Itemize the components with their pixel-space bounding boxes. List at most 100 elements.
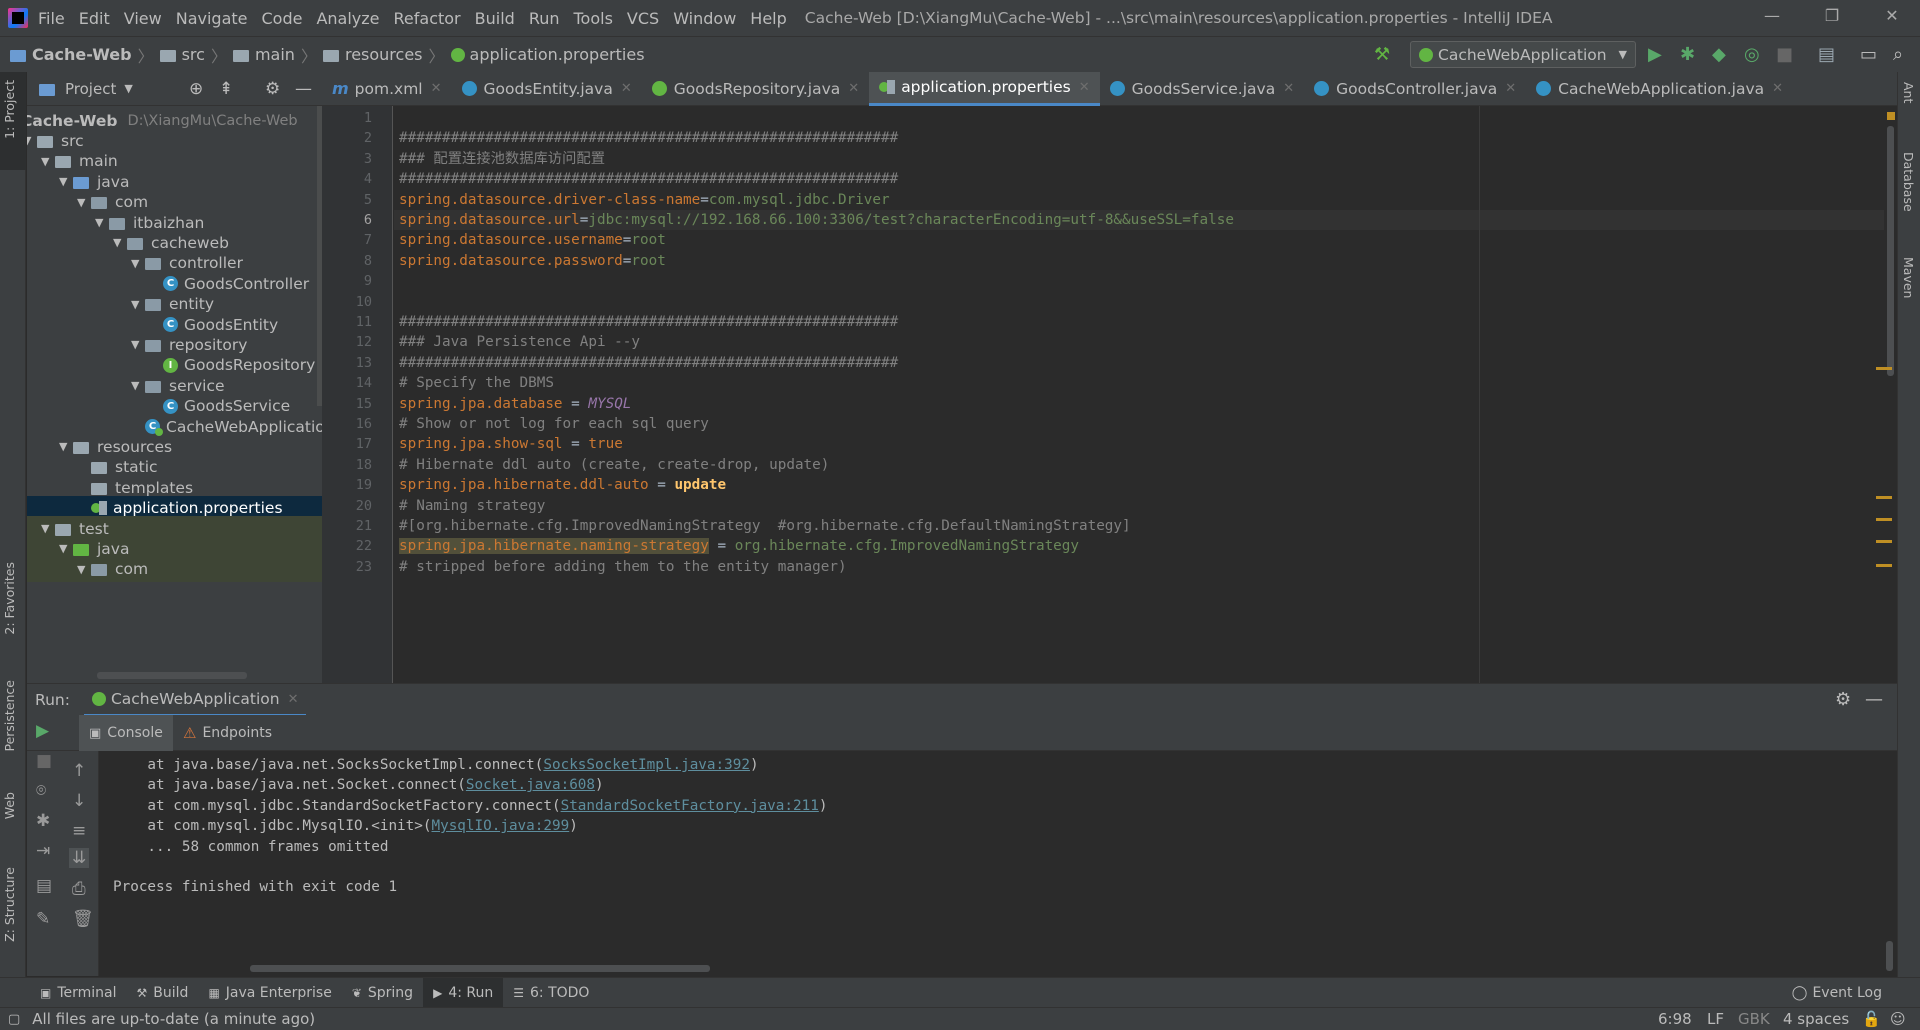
inspector-icon[interactable]: ☺ bbox=[1890, 1010, 1906, 1028]
search-everywhere-icon[interactable]: ⌕ bbox=[1893, 44, 1903, 65]
console-output[interactable]: at java.base/java.net.SocksSocketImpl.co… bbox=[100, 751, 1882, 976]
toggle-tool-windows-icon[interactable]: ▢ bbox=[8, 1012, 20, 1027]
debug-bug-icon[interactable]: ✱ bbox=[36, 811, 50, 831]
editor-tab[interactable]: CacheWebApplication.java ✕ bbox=[1526, 72, 1793, 106]
gear-icon[interactable]: ⚙ bbox=[265, 79, 280, 99]
pin-icon[interactable]: ✎ bbox=[36, 909, 50, 929]
restore-layout-icon[interactable]: ⇥ bbox=[36, 841, 50, 861]
code-line[interactable]: ### Java Persistence Api --y bbox=[399, 332, 640, 352]
run-with-coverage-icon[interactable]: ◆ bbox=[1712, 44, 1726, 65]
close-tab-icon[interactable]: ✕ bbox=[848, 81, 859, 96]
stop-icon[interactable]: ■ bbox=[36, 751, 52, 771]
favorites-tool-tab[interactable]: 2: Favorites bbox=[2, 562, 17, 635]
scroll-to-end-icon[interactable]: ⇊ bbox=[69, 848, 90, 868]
console-vscroll[interactable] bbox=[1882, 751, 1897, 976]
file-encoding[interactable]: GBK bbox=[1738, 1010, 1770, 1028]
lock-icon[interactable]: 🔓 bbox=[1862, 1010, 1881, 1028]
expand-arrow-icon[interactable]: ▼ bbox=[27, 134, 37, 147]
close-tab-icon[interactable]: ✕ bbox=[1505, 81, 1516, 96]
console-tab[interactable]: ▣ Console bbox=[79, 715, 173, 751]
run-configuration-select[interactable]: CacheWebApplication ▼ bbox=[1410, 41, 1636, 68]
camera-icon[interactable]: ⌾ bbox=[36, 781, 46, 801]
endpoints-tab[interactable]: ⚠ Endpoints bbox=[175, 715, 280, 751]
menu-edit[interactable]: Edit bbox=[79, 9, 110, 28]
close-tab-icon[interactable]: ✕ bbox=[1283, 81, 1294, 96]
restore-button[interactable]: ❐ bbox=[1812, 6, 1852, 25]
expand-arrow-icon[interactable]: ▼ bbox=[59, 440, 73, 453]
expand-arrow-icon[interactable]: ▼ bbox=[59, 175, 73, 188]
scroll-down-icon[interactable]: ↓ bbox=[72, 791, 86, 811]
menu-window[interactable]: Window bbox=[673, 9, 736, 28]
tool-tab[interactable]: ▶ 4: Run bbox=[423, 977, 504, 1008]
code-line[interactable]: spring.datasource.driver-class-name=com.… bbox=[399, 190, 890, 210]
editor-tab[interactable]: GoodsEntity.java ✕ bbox=[452, 72, 642, 106]
structure-tool-tab[interactable]: Z: Structure bbox=[2, 867, 17, 942]
code-editor[interactable]: ########################################… bbox=[394, 106, 1884, 683]
code-line[interactable]: # stripped before adding them to the ent… bbox=[399, 557, 847, 577]
editor-scrollbar[interactable] bbox=[1884, 106, 1897, 683]
database-tool-tab[interactable]: Database bbox=[1901, 152, 1916, 212]
stack-trace-link[interactable]: StandardSocketFactory.java:211 bbox=[561, 798, 819, 814]
persistence-tool-tab[interactable]: Persistence bbox=[2, 680, 17, 752]
menu-help[interactable]: Help bbox=[750, 9, 786, 28]
expand-arrow-icon[interactable]: ▼ bbox=[131, 257, 145, 270]
menu-file[interactable]: File bbox=[38, 9, 65, 28]
profile-icon[interactable]: ◎ bbox=[1744, 44, 1760, 65]
ant-tool-tab[interactable]: Ant bbox=[1901, 82, 1916, 103]
debug-icon[interactable]: ✱ bbox=[1680, 44, 1695, 65]
close-window-button[interactable]: ✕ bbox=[1872, 6, 1912, 25]
rerun-icon[interactable]: ▶ bbox=[36, 721, 49, 741]
breadcrumb-item[interactable]: resources 〉 bbox=[322, 43, 451, 67]
tool-tab[interactable]: ⚒ Build bbox=[127, 978, 199, 1008]
breadcrumb-item[interactable]: main 〉 bbox=[232, 43, 323, 67]
expand-arrow-icon[interactable]: ▼ bbox=[77, 196, 91, 209]
code-line[interactable]: spring.jpa.database = MYSQL bbox=[399, 394, 631, 414]
build-hammer-icon[interactable]: ⚒ bbox=[1374, 44, 1390, 65]
code-line[interactable]: spring.jpa.show-sql = true bbox=[399, 434, 623, 454]
menu-refactor[interactable]: Refactor bbox=[394, 9, 461, 28]
stack-trace-link[interactable]: Socket.java:608 bbox=[466, 777, 595, 793]
warning-stripe[interactable] bbox=[1876, 540, 1892, 543]
event-log-button[interactable]: ◯ Event Log bbox=[1792, 985, 1882, 1001]
code-line[interactable]: #[org.hibernate.cfg.ImprovedNamingStrate… bbox=[399, 516, 1131, 536]
line-separator[interactable]: LF bbox=[1707, 1010, 1724, 1028]
warning-stripe[interactable] bbox=[1876, 564, 1892, 567]
close-tab-icon[interactable]: ✕ bbox=[1079, 80, 1090, 95]
expand-arrow-icon[interactable]: ▼ bbox=[113, 236, 127, 249]
code-line[interactable]: # Specify the DBMS bbox=[399, 373, 554, 393]
editor-tab[interactable]: m pom.xml ✕ bbox=[322, 72, 452, 106]
code-line[interactable]: spring.jpa.hibernate.ddl-auto = update bbox=[399, 475, 726, 495]
editor-tab[interactable]: application.properties ✕ bbox=[869, 71, 1100, 106]
menu-navigate[interactable]: Navigate bbox=[176, 9, 248, 28]
hide-panel-icon[interactable]: — bbox=[1865, 689, 1883, 710]
trash-icon[interactable]: 🗑 bbox=[72, 909, 94, 929]
code-line[interactable]: spring.jpa.hibernate.naming-strategy = o… bbox=[399, 536, 1079, 556]
expand-arrow-icon[interactable]: ▼ bbox=[41, 522, 55, 535]
tool-tab[interactable]: ☰ 6: TODO bbox=[503, 978, 599, 1008]
code-line[interactable]: spring.datasource.url=jdbc:mysql://192.1… bbox=[399, 210, 1234, 230]
warning-stripe[interactable] bbox=[1876, 518, 1892, 521]
menu-tools[interactable]: Tools bbox=[574, 9, 613, 28]
caret-position[interactable]: 6:98 bbox=[1658, 1010, 1692, 1028]
tool-tab[interactable]: ▦ Java Enterprise bbox=[198, 978, 341, 1008]
breadcrumb-item[interactable]: Cache-Web 〉 bbox=[10, 43, 160, 67]
stack-trace-link[interactable]: SocksSocketImpl.java:392 bbox=[543, 757, 750, 773]
code-line[interactable]: # Naming strategy bbox=[399, 496, 545, 516]
console-line[interactable]: at java.base/java.net.SocksSocketImpl.co… bbox=[113, 755, 758, 775]
close-tab-icon[interactable]: ✕ bbox=[621, 81, 632, 96]
web-tool-tab[interactable]: Web bbox=[2, 792, 17, 819]
close-tab-icon[interactable]: ✕ bbox=[288, 692, 299, 707]
print-icon[interactable]: ⎙ bbox=[72, 879, 86, 899]
layout-icon[interactable]: ▤ bbox=[36, 876, 52, 896]
stack-trace-link[interactable]: MysqlIO.java:299 bbox=[431, 818, 569, 834]
breadcrumb-item[interactable]: application.properties bbox=[450, 45, 645, 64]
scroll-up-icon[interactable]: ↑ bbox=[72, 761, 86, 781]
code-line[interactable]: spring.datasource.username=root bbox=[399, 230, 666, 250]
presentation-icon[interactable]: ▭ bbox=[1860, 44, 1877, 65]
expand-arrow-icon[interactable]: ▼ bbox=[41, 155, 55, 168]
console-line[interactable]: at com.mysql.jdbc.StandardSocketFactory.… bbox=[113, 796, 827, 816]
expand-arrow-icon[interactable]: ▼ bbox=[131, 379, 145, 392]
code-line[interactable]: ########################################… bbox=[399, 312, 898, 332]
breadcrumb-item[interactable]: src 〉 bbox=[159, 43, 233, 67]
editor-tab[interactable]: GoodsService.java ✕ bbox=[1100, 72, 1305, 106]
